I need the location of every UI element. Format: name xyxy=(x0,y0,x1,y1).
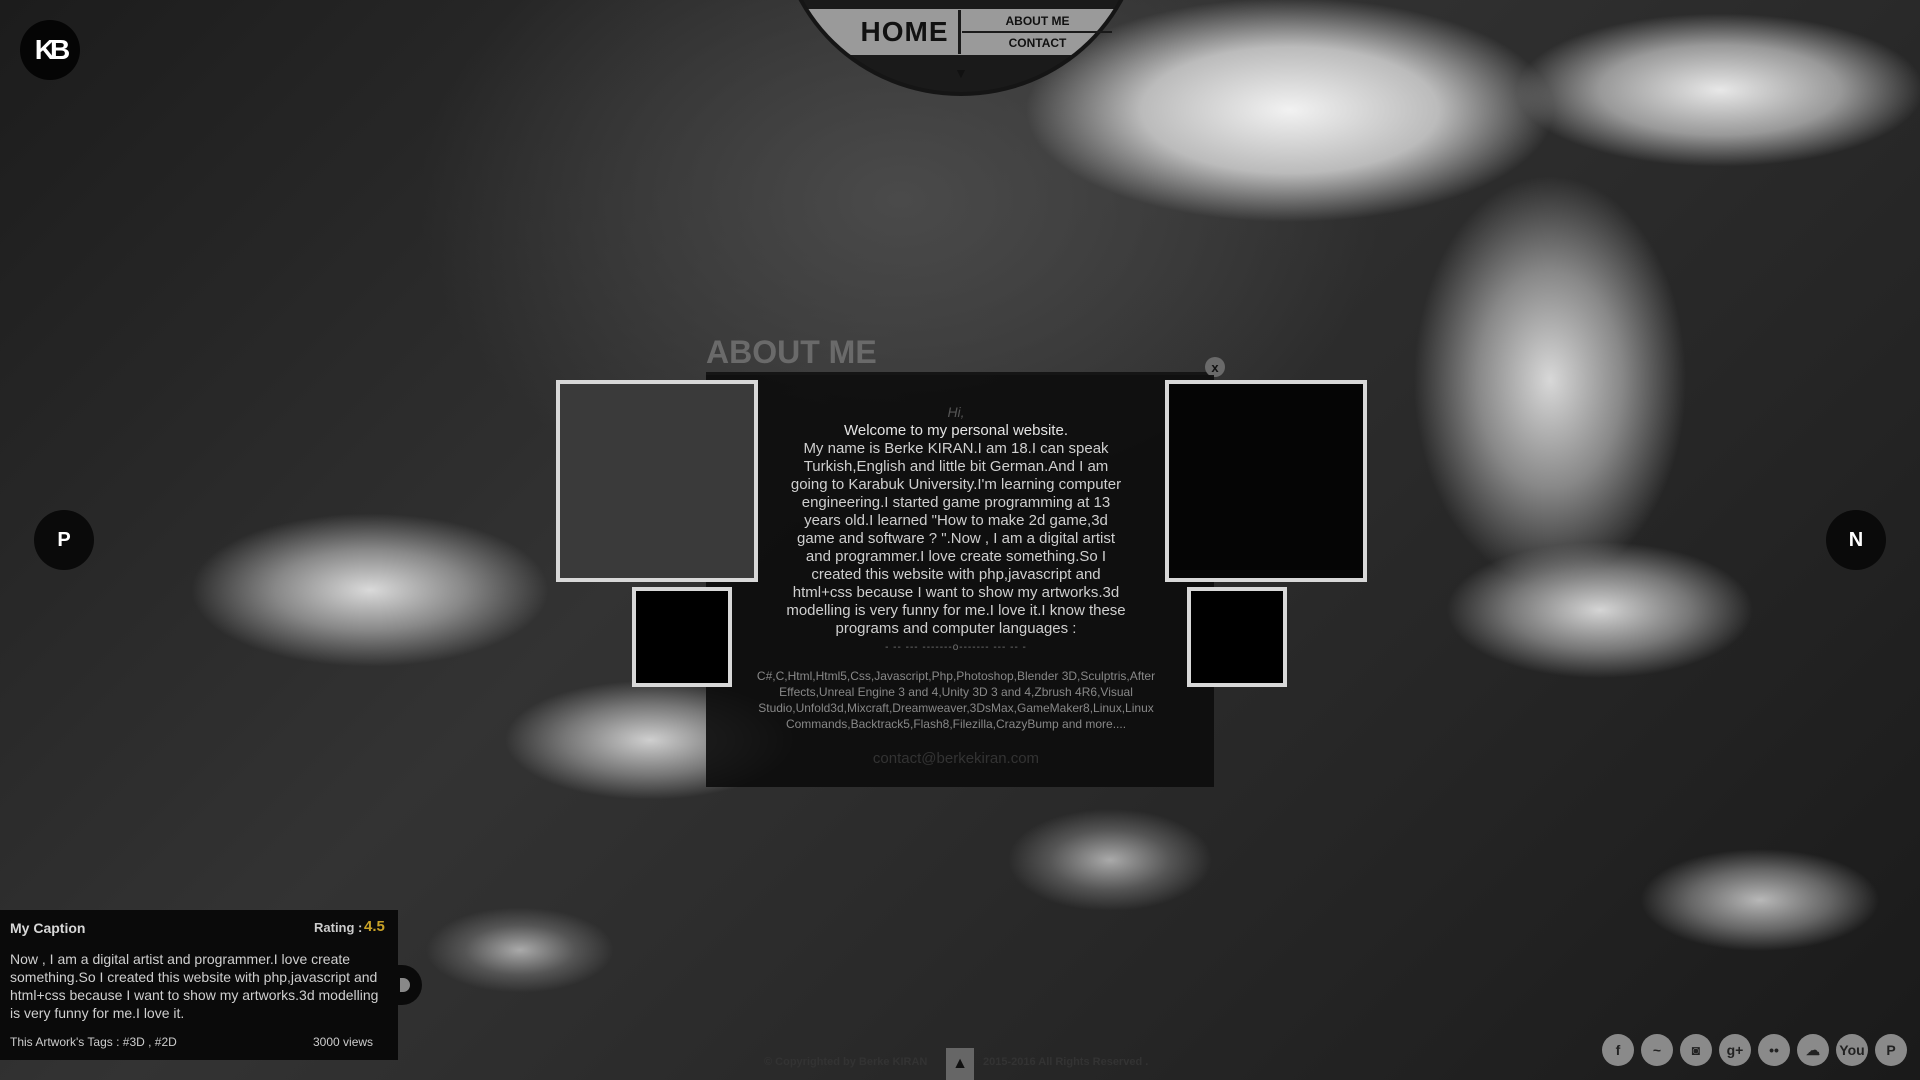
caption-text: Now , I am a digital artist and programm… xyxy=(10,951,379,1021)
contact-email-link[interactable]: contact@berkekiran.com xyxy=(736,750,1176,767)
nav-about-link[interactable]: ABOUT ME xyxy=(970,11,1105,31)
nav-home-link[interactable]: HOME xyxy=(852,10,957,54)
footer-copyright: © Copyrighted by Berke KIRAN xyxy=(764,1056,928,1068)
caption-tags: This Artwork's Tags : #3D , #2D xyxy=(10,1035,177,1049)
footer-rights: 2015-2016 All Rights Reserved . xyxy=(983,1056,1149,1068)
caption-title: My Caption xyxy=(10,920,86,936)
gallery-thumbnail-large-left[interactable] xyxy=(556,380,758,582)
paypal-icon[interactable]: P xyxy=(1875,1034,1907,1066)
nav-arrow-down-icon[interactable]: ▼ xyxy=(954,64,968,82)
previous-button[interactable]: P xyxy=(34,510,94,570)
youtube-icon[interactable]: You xyxy=(1836,1034,1868,1066)
googleplus-icon[interactable]: g+ xyxy=(1719,1034,1751,1066)
nav-divider xyxy=(958,10,961,54)
scroll-up-icon[interactable]: ▲ xyxy=(946,1048,974,1080)
site-logo[interactable]: KB xyxy=(20,20,80,80)
instagram-icon[interactable]: ◙ xyxy=(1680,1034,1712,1066)
caption-views: 3000 views xyxy=(313,1035,374,1049)
next-button[interactable]: N xyxy=(1826,510,1886,570)
facebook-icon[interactable]: f xyxy=(1602,1034,1634,1066)
about-greeting: Hi, xyxy=(947,404,965,420)
nav-contact-link[interactable]: CONTACT xyxy=(970,33,1105,53)
rating-label: Rating : xyxy=(314,920,363,935)
about-bio: My name is Berke KIRAN.I am 18.I can spe… xyxy=(786,440,1126,637)
close-button[interactable]: x xyxy=(1205,357,1225,377)
soundcloud-icon[interactable]: ☁ xyxy=(1797,1034,1829,1066)
flickr-icon[interactable]: •• xyxy=(1758,1034,1790,1066)
about-languages: C#,C,Html,Html5,Css,Javascript,Php,Photo… xyxy=(756,669,1156,731)
about-welcome: Welcome to my personal website. xyxy=(844,422,1068,439)
rating-value: 4.5 xyxy=(364,918,385,935)
gallery-thumbnail-small-left[interactable] xyxy=(632,587,732,687)
gallery-thumbnail-small-right[interactable] xyxy=(1187,587,1287,687)
gallery-thumbnail-large-right[interactable] xyxy=(1165,380,1367,582)
steam-icon[interactable]: ~ xyxy=(1641,1034,1673,1066)
social-links: f ~ ◙ g+ •• ☁ You P xyxy=(1602,1034,1907,1066)
about-title: ABOUT ME xyxy=(706,334,877,370)
about-separator: - -- --- -------o------- --- -- - xyxy=(885,642,1027,653)
